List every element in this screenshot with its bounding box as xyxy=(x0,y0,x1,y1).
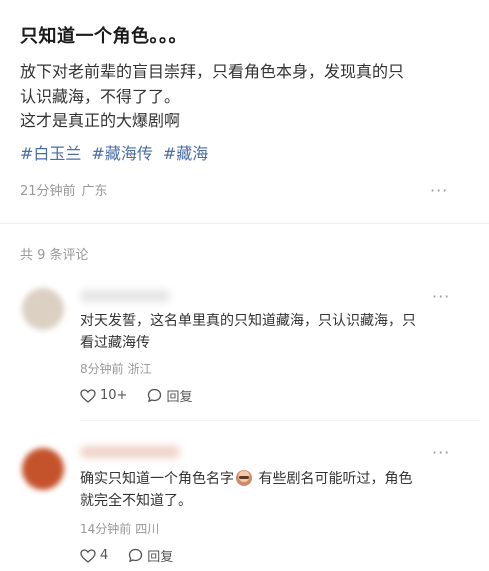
tag-link[interactable]: #藏海 xyxy=(163,144,208,163)
post-meta: 21分钟前 广东 xyxy=(20,180,114,199)
reply-label: 回复 xyxy=(166,390,193,405)
post-more-button[interactable]: ··· xyxy=(430,183,448,199)
tag-link[interactable]: #白玉兰 xyxy=(20,144,81,163)
comments-count: 共 9 条评论 xyxy=(20,248,89,263)
comment-more-button[interactable]: ··· xyxy=(432,445,450,461)
post-location: 广东 xyxy=(81,184,108,199)
avatar[interactable] xyxy=(22,448,64,490)
like-count: 10+ xyxy=(100,388,128,403)
post-body-line: 放下对老前辈的盲目崇拜，只看角色本身，发现真的只 xyxy=(20,62,405,81)
tag-link[interactable]: #藏海传 xyxy=(91,144,152,163)
comment-more-button[interactable]: ··· xyxy=(432,289,450,305)
avatar[interactable] xyxy=(22,288,64,330)
comment-meta: 8分钟前 浙江 xyxy=(80,360,156,377)
post-time: 21分钟前 xyxy=(20,184,76,199)
post-body: 放下对老前辈的盲目崇拜，只看角色本身，发现真的只 认识藏海，不得了了。 这才是真… xyxy=(20,60,470,134)
like-button[interactable]: 10+ xyxy=(80,388,127,403)
post-tags: #白玉兰 #藏海传 #藏海 xyxy=(20,140,218,164)
reply-button[interactable]: 回复 xyxy=(128,546,173,565)
comment-text: 对天发誓，这名单里真的只知道藏海，只认识藏海，只 看过藏海传 xyxy=(80,310,460,354)
like-button[interactable]: 4 xyxy=(80,548,108,563)
like-count: 4 xyxy=(100,548,109,563)
comment-location: 四川 xyxy=(135,522,160,536)
reply-label: 回复 xyxy=(147,550,174,565)
comment-location: 浙江 xyxy=(127,362,152,376)
comment-meta: 14分钟前 四川 xyxy=(80,520,163,537)
comment-bubble-icon xyxy=(129,548,143,563)
sunglasses-emoji-icon xyxy=(236,470,252,486)
comment-actions: 4 回复 xyxy=(80,546,193,565)
heart-icon xyxy=(80,548,96,563)
comment-time: 8分钟前 xyxy=(80,362,124,376)
comment-bubble-icon xyxy=(148,388,162,403)
commenter-name[interactable] xyxy=(80,446,180,458)
comment-line: 看过藏海传 xyxy=(80,335,150,351)
comment-text-part: 有些剧名可能听过，角色 xyxy=(254,471,413,487)
post-title: 只知道一个角色。。。 xyxy=(20,26,187,47)
comment-time: 14分钟前 xyxy=(80,522,132,536)
divider xyxy=(0,223,489,224)
reply-button[interactable]: 回复 xyxy=(147,386,192,405)
comment-line: 就完全不知道了。 xyxy=(80,493,192,509)
heart-icon xyxy=(80,388,96,403)
commenter-name[interactable] xyxy=(80,290,170,302)
comment-text-part: 确实只知道一个角色名字 xyxy=(80,471,234,487)
post-body-line: 这才是真正的大爆剧啊 xyxy=(20,111,181,130)
comment-actions: 10+ 回复 xyxy=(80,386,212,405)
comment-divider xyxy=(80,420,480,421)
comment-line: 对天发誓，这名单里真的只知道藏海，只认识藏海，只 xyxy=(80,313,416,329)
post-body-line: 认识藏海，不得了了。 xyxy=(20,86,181,106)
comment-text: 确实只知道一个角色名字 有些剧名可能听过，角色 就完全不知道了。 xyxy=(80,468,460,512)
